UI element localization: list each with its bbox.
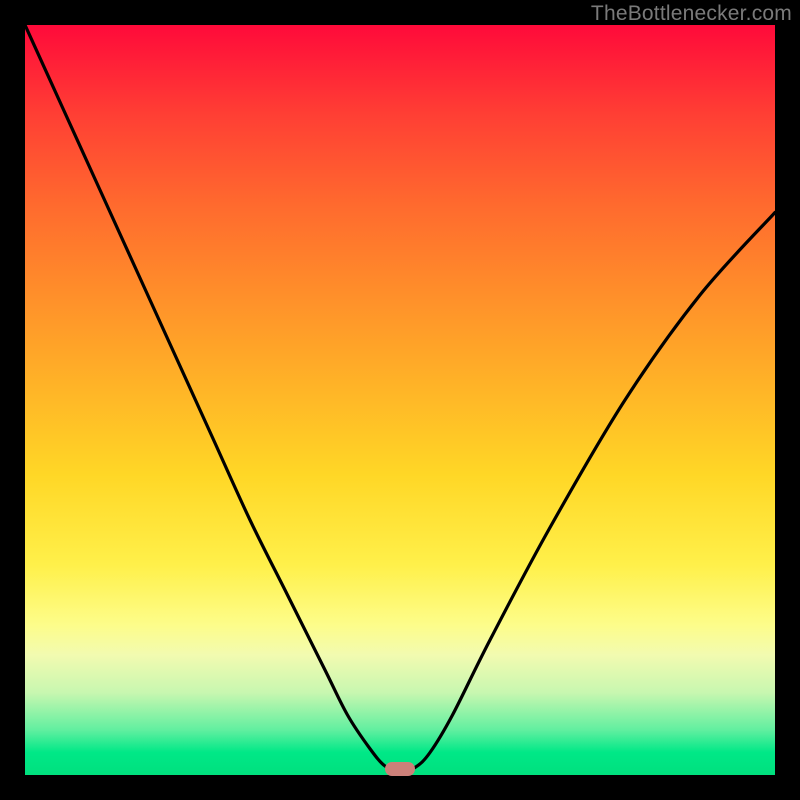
curve-svg (25, 25, 775, 775)
chart-frame: TheBottlenecker.com (0, 0, 800, 800)
optimal-marker (385, 762, 415, 776)
watermark-text: TheBottlenecker.com (591, 2, 792, 26)
plot-area (25, 25, 775, 775)
bottleneck-curve-path (25, 25, 775, 771)
